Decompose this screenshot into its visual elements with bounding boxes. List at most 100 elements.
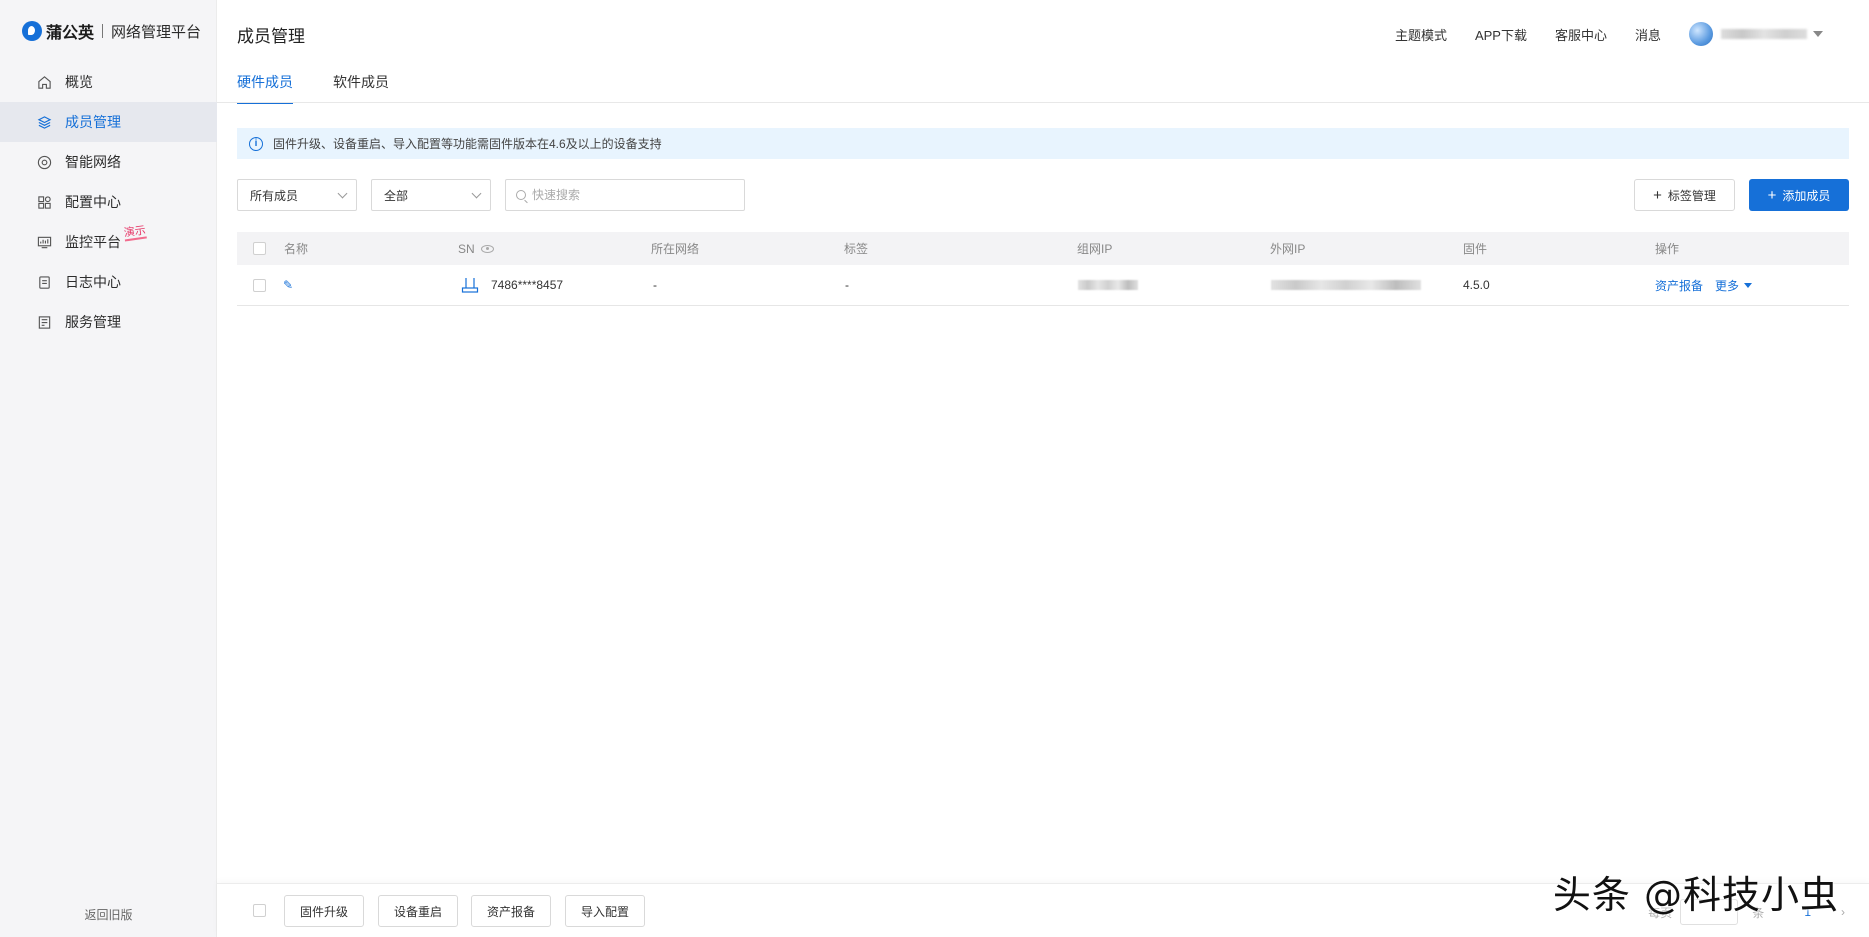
sidebar-item-label: 概览 <box>65 74 93 90</box>
row-actions: 资产报备 更多 <box>1655 265 1753 305</box>
plus-icon: + <box>1653 186 1662 204</box>
top-nav: 主题模式 APP下载 客服中心 消息 <box>1395 22 1869 46</box>
sidebar-item-config-center[interactable]: 配置中心 <box>0 182 217 222</box>
checkbox[interactable] <box>253 278 266 292</box>
eye-icon[interactable] <box>480 244 494 253</box>
row-sn-text: 7486****8457 <box>491 278 564 292</box>
col-name: 名称 <box>284 242 309 256</box>
home-icon <box>36 74 52 90</box>
import-config-button[interactable]: 导入配置 <box>565 895 645 927</box>
search-icon <box>516 190 526 200</box>
customer-service-link[interactable]: 客服中心 <box>1555 25 1607 44</box>
add-member-button[interactable]: + 添加成员 <box>1749 179 1849 211</box>
info-icon: i <box>249 136 263 151</box>
member-filter-select[interactable]: 所有成员 <box>237 179 357 211</box>
grid-icon <box>36 194 52 210</box>
tag-management-button[interactable]: + 标签管理 <box>1634 179 1735 211</box>
footer-select-all[interactable] <box>253 904 266 917</box>
checkbox[interactable] <box>253 904 266 917</box>
checkbox[interactable] <box>253 242 266 255</box>
search-box[interactable] <box>505 179 745 211</box>
col-network: 所在网络 <box>651 242 700 256</box>
brand-logo[interactable]: 蒲公英 网络管理平台 <box>22 20 201 42</box>
sidebar-item-label: 服务管理 <box>65 314 121 330</box>
chevron-down-icon <box>471 188 482 199</box>
scope-filter-select[interactable]: 全部 <box>371 179 491 211</box>
row-firmware: 4.5.0 <box>1463 278 1490 292</box>
table-row: ✎ 7486****8457 - - 4.5.0 资产报备 更多 <box>237 265 1849 306</box>
col-actions: 操作 <box>1655 242 1680 256</box>
avatar <box>1689 22 1713 46</box>
demo-badge: 演示 <box>123 224 147 242</box>
chevron-down-icon <box>1813 31 1823 37</box>
table-header: 名称 SN 所在网络 标签 组网IP 外网IP 固件 操作 <box>237 232 1849 265</box>
chevron-right-icon[interactable]: › <box>1841 905 1845 919</box>
asset-report-button[interactable]: 资产报备 <box>471 895 551 927</box>
scope-filter-value: 全部 <box>384 188 409 203</box>
sidebar-nav: 概览 成员管理 智能网络 配置中心 监控平台 演示 日志中心 服务管理 <box>0 62 217 342</box>
row-public-ip-redacted <box>1271 265 1421 305</box>
sidebar-item-label: 日志中心 <box>65 274 121 290</box>
row-network: - <box>653 278 657 292</box>
redacted-ip <box>1078 280 1138 290</box>
router-icon <box>461 278 479 293</box>
messages-link[interactable]: 消息 <box>1635 25 1661 44</box>
sidebar-item-monitor[interactable]: 监控平台 演示 <box>0 222 217 262</box>
add-member-label: 添加成员 <box>1782 188 1831 203</box>
brand-name: 蒲公英 <box>46 25 95 42</box>
col-sn: SN <box>458 232 494 265</box>
username-redacted <box>1721 29 1807 39</box>
sidebar-item-label: 监控平台 <box>65 234 121 250</box>
notice-text: 固件升级、设备重启、导入配置等功能需固件版本在4.6及以上的设备支持 <box>273 137 662 151</box>
tab-software-members[interactable]: 软件成员 <box>333 72 389 102</box>
layers-icon <box>36 114 52 130</box>
sidebar-item-service[interactable]: 服务管理 <box>0 302 217 342</box>
sidebar-item-members[interactable]: 成员管理 <box>0 102 217 142</box>
sidebar-item-label: 智能网络 <box>65 154 121 170</box>
sidebar: 蒲公英 网络管理平台 概览 成员管理 智能网络 配置中心 监控平台 演示 日志中… <box>0 0 217 937</box>
row-checkbox[interactable] <box>253 265 266 305</box>
brand-subtitle: 网络管理平台 <box>111 23 202 41</box>
row-name: ✎ <box>273 265 293 305</box>
sidebar-item-overview[interactable]: 概览 <box>0 62 217 102</box>
row-tag: - <box>845 278 849 292</box>
monitor-icon <box>36 234 52 250</box>
tabs-divider <box>217 102 1869 103</box>
brand-divider <box>102 24 104 38</box>
col-public-ip: 外网IP <box>1270 242 1306 256</box>
select-all-checkbox[interactable] <box>253 232 266 265</box>
firmware-upgrade-button[interactable]: 固件升级 <box>284 895 364 927</box>
theme-mode-link[interactable]: 主题模式 <box>1395 25 1447 44</box>
app-download-link[interactable]: APP下载 <box>1475 25 1527 44</box>
dandelion-logo-icon <box>22 21 42 41</box>
network-icon <box>36 154 52 170</box>
chevron-down-icon <box>1744 282 1753 288</box>
sidebar-item-log-center[interactable]: 日志中心 <box>0 262 217 302</box>
redacted-ip <box>1271 280 1421 290</box>
device-restart-button[interactable]: 设备重启 <box>378 895 458 927</box>
plus-icon: + <box>1767 186 1777 204</box>
tag-management-label: 标签管理 <box>1667 188 1716 203</box>
pencil-icon[interactable]: ✎ <box>283 278 293 292</box>
col-sn-label: SN <box>458 241 475 256</box>
watermark: 头条 @科技小虫 <box>1552 873 1839 917</box>
tab-hardware-members[interactable]: 硬件成员 <box>237 72 293 104</box>
sidebar-item-label: 成员管理 <box>65 114 121 130</box>
col-firmware: 固件 <box>1463 242 1488 256</box>
user-menu[interactable] <box>1689 22 1823 46</box>
col-vpn-ip: 组网IP <box>1077 242 1113 256</box>
row-sn: 7486****8457 <box>461 265 563 305</box>
log-icon <box>36 274 52 290</box>
more-actions-link[interactable]: 更多 <box>1715 277 1739 294</box>
service-icon <box>36 314 52 330</box>
sidebar-item-smart-network[interactable]: 智能网络 <box>0 142 217 182</box>
sidebar-item-label: 配置中心 <box>65 194 121 210</box>
member-tabs: 硬件成员 软件成员 <box>237 72 429 104</box>
search-input[interactable] <box>532 188 732 202</box>
back-to-old-version-link[interactable]: 返回旧版 <box>0 906 217 923</box>
col-tag: 标签 <box>844 242 869 256</box>
row-vpn-ip-redacted <box>1078 265 1138 305</box>
chevron-down-icon <box>337 188 348 199</box>
asset-report-link[interactable]: 资产报备 <box>1655 277 1703 294</box>
firmware-notice-banner: i 固件升级、设备重启、导入配置等功能需固件版本在4.6及以上的设备支持 <box>237 128 1849 159</box>
